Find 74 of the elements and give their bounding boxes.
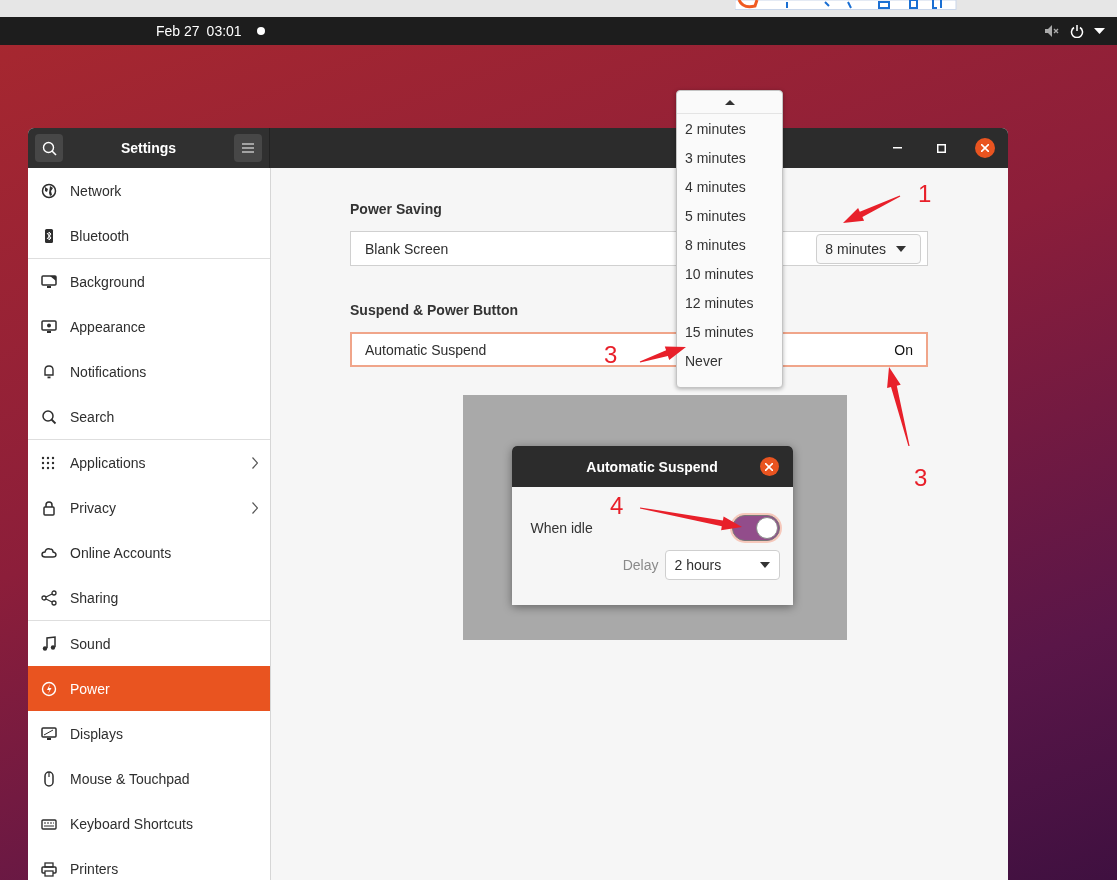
- menu-option[interactable]: 4 minutes: [677, 172, 782, 201]
- share-icon: [41, 589, 57, 606]
- scroll-up-icon[interactable]: [724, 99, 735, 105]
- sidebar-item[interactable]: Power: [28, 666, 270, 711]
- search-button[interactable]: [35, 134, 63, 162]
- printer-icon: [41, 860, 57, 877]
- power-icon[interactable]: [1070, 24, 1084, 38]
- sidebar-item[interactable]: Privacy: [28, 485, 270, 530]
- sidebar-item[interactable]: Appearance: [28, 304, 270, 349]
- monitor-icon: [41, 273, 57, 290]
- delay-label: Delay: [622, 557, 659, 573]
- search-icon: [41, 408, 57, 425]
- annotation-number: 3: [914, 466, 928, 490]
- monitor-eye-icon: [41, 318, 57, 335]
- sidebar-item[interactable]: Online Accounts: [28, 530, 270, 575]
- menu-option[interactable]: 5 minutes: [677, 201, 782, 230]
- toggle-label: When idle: [530, 520, 593, 536]
- status-text: On: [894, 341, 914, 358]
- minimize-icon: [892, 147, 902, 149]
- sidebar-item[interactable]: Applications: [28, 440, 270, 485]
- close-icon: [981, 144, 989, 152]
- chevron-icon: [252, 456, 258, 469]
- maximize-icon: [936, 143, 946, 153]
- close-icon: [765, 462, 773, 471]
- sidebar-item[interactable]: Mouse & Touchpad: [28, 756, 270, 801]
- annotation-number: 4: [610, 494, 624, 518]
- sidebar-item[interactable]: Keyboard Shortcuts: [28, 801, 270, 846]
- sidebar-item[interactable]: Background: [28, 259, 270, 304]
- search-icon: [41, 140, 57, 156]
- menu-option[interactable]: 2 minutes: [677, 114, 782, 143]
- menu-icon: [242, 143, 254, 153]
- menu-button[interactable]: [234, 134, 262, 162]
- sidebar-item[interactable]: Network: [28, 168, 270, 213]
- sidebar-item[interactable]: Sharing: [28, 575, 270, 620]
- sidebar-item[interactable]: Printers: [28, 846, 270, 880]
- annotation-arrow: [843, 195, 901, 223]
- mouse-icon: [41, 770, 57, 787]
- muted-speaker-icon[interactable]: [1044, 24, 1060, 38]
- chevron-icon: [252, 501, 258, 514]
- sidebar-item[interactable]: Bluetooth: [28, 213, 270, 258]
- caret-icon: [759, 562, 770, 568]
- menu-option[interactable]: 12 minutes: [677, 288, 782, 317]
- caret-icon: [896, 245, 906, 252]
- annotation-number: 1: [918, 182, 932, 206]
- power-icon: [41, 680, 57, 697]
- date-text[interactable]: Feb 27: [156, 23, 200, 39]
- annotation-arrow: [639, 346, 686, 363]
- bell-icon: [41, 363, 57, 380]
- notification-dot-icon: [256, 27, 265, 35]
- window-title: Settings: [120, 140, 177, 156]
- sidebar-item[interactable]: Notifications: [28, 349, 270, 394]
- sidebar-item[interactable]: Search: [28, 394, 270, 439]
- caret-icon[interactable]: [1094, 28, 1105, 34]
- lock-icon: [41, 499, 57, 516]
- dialog-title: Automatic Suspend: [586, 458, 718, 475]
- row-label: Blank Screen: [365, 240, 449, 257]
- sidebar-item[interactable]: Sound: [28, 621, 270, 666]
- globe-icon: [41, 182, 57, 199]
- menu-option[interactable]: 3 minutes: [677, 143, 782, 172]
- time-text[interactable]: 03:01: [206, 23, 242, 39]
- grid-icon: [41, 454, 57, 471]
- close-button[interactable]: [975, 138, 995, 158]
- menu-option[interactable]: 8 minutes: [677, 230, 782, 259]
- music-note-icon: [41, 635, 57, 652]
- section-heading: Suspend & Power Button: [350, 302, 518, 318]
- display-icon: [41, 725, 57, 742]
- close-button[interactable]: [759, 457, 779, 476]
- minutes-dropdown[interactable]: 8 minutes: [816, 233, 921, 264]
- sidebar-item[interactable]: Displays: [28, 711, 270, 756]
- row-label: Automatic Suspend: [365, 341, 487, 358]
- toggle-switch[interactable]: [731, 515, 780, 541]
- annotation-number: 3: [604, 343, 618, 367]
- section-heading: Power Saving: [350, 201, 442, 217]
- delay-dropdown[interactable]: 2 hours: [664, 550, 780, 580]
